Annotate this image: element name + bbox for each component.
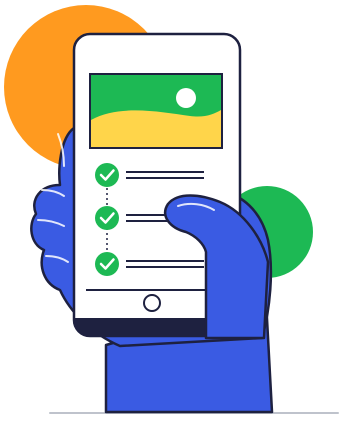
image-placeholder-card (89, 73, 223, 149)
check-icon (95, 163, 119, 187)
home-button[interactable] (143, 294, 161, 312)
illustration-canvas (0, 0, 345, 421)
phone-in-hand-illustration (4, 5, 339, 414)
check-icon (95, 252, 119, 276)
image-sun-icon (176, 88, 196, 108)
check-icon (95, 206, 119, 230)
